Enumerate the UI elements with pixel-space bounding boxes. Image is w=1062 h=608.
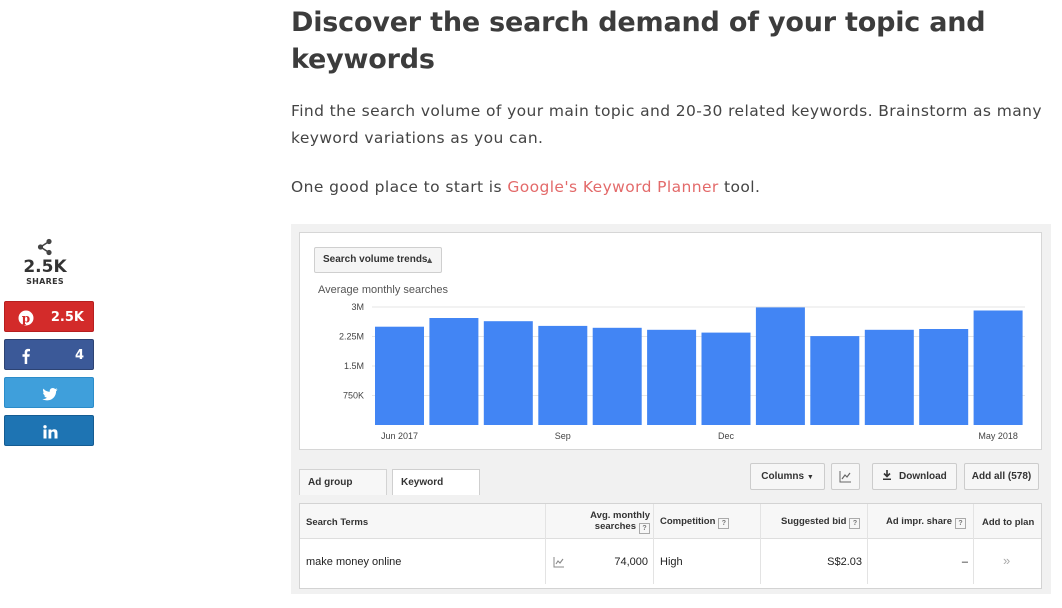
pinterest-share-button[interactable]: p 2.5K (4, 301, 94, 332)
monthly-searches-bar-chart: 750K 1.5M 2.25M 3M Jun 2017 Sep Dec May 2018 (339, 302, 1025, 441)
columns-button-label: Columns (761, 471, 805, 482)
x-tick-label: Sep (555, 431, 571, 441)
share-summary: 2.5K SHARES (0, 238, 90, 287)
header-avg-monthly-line2: searches (594, 521, 636, 532)
share-total-label: SHARES (26, 277, 64, 286)
download-button-label: Download (899, 471, 947, 482)
trends-dropdown-label: Search volume trends (323, 254, 428, 265)
x-tick-label: Jun 2017 (381, 431, 418, 441)
header-competition-label: Competition (660, 516, 716, 527)
tab-keyword-ideas[interactable]: Keyword ideas (392, 469, 480, 514)
header-suggested-bid-label: Suggested bid (781, 516, 847, 527)
table-row[interactable]: make money online 74,000 High S$2.03 – » (300, 540, 1041, 584)
bar-aug-2017[interactable] (483, 321, 533, 425)
bar-jan-2018[interactable] (755, 307, 805, 425)
header-avg-monthly-line1: Avg. monthly (590, 510, 650, 521)
search-volume-trends-dropdown[interactable]: Search volume trends ▲ (314, 247, 442, 273)
twitter-share-button[interactable] (4, 377, 94, 408)
x-tick-label: May 2018 (978, 431, 1018, 441)
bar-nov-2017[interactable] (647, 329, 697, 425)
article-heading: Discover the search demand of your topic… (291, 7, 986, 75)
download-button[interactable]: Download (872, 463, 957, 490)
twitter-icon (42, 388, 58, 401)
header-ad-impr-share[interactable]: Ad impr. share? (886, 516, 966, 529)
x-tick-label: Dec (718, 431, 735, 441)
add-all-button[interactable]: Add all (578) (964, 463, 1039, 490)
bar-dec-2017[interactable] (701, 332, 751, 425)
y-tick-label: 750K (343, 391, 364, 401)
facebook-icon (22, 348, 30, 364)
help-icon[interactable]: ? (849, 518, 861, 529)
header-competition[interactable]: Competition? (660, 516, 730, 529)
paragraph-text-after: tool. (718, 178, 761, 196)
columns-button[interactable]: Columns ▼ (750, 463, 825, 490)
facebook-share-count: 4 (74, 348, 84, 363)
bar-feb-2018[interactable] (810, 336, 860, 425)
paragraph-text-before: One good place to start is (291, 178, 508, 196)
bar-may-2018[interactable] (973, 310, 1023, 426)
header-add-to-plan: Add to plan (982, 517, 1035, 528)
cell-competition: High (660, 556, 683, 568)
bar-jul-2017[interactable] (429, 318, 479, 425)
share-icon (37, 238, 52, 256)
search-volume-chart-card: Search volume trends ▲ Average monthly s… (299, 232, 1042, 450)
cell-ad-impr-share: – (961, 556, 968, 568)
pinterest-icon: p (18, 310, 34, 326)
header-search-terms[interactable]: Search Terms (306, 517, 368, 528)
y-tick-label: 2.25M (339, 332, 364, 342)
bar-oct-2017[interactable] (592, 327, 642, 425)
add-to-plan-button[interactable]: » (1003, 554, 1010, 567)
y-tick-label: 3M (351, 302, 364, 312)
facebook-share-button[interactable]: 4 (4, 339, 94, 370)
pinterest-share-count: 2.5K (50, 310, 84, 325)
line-chart-icon (839, 471, 851, 483)
article-paragraph-tool: One good place to start is Google's Keyw… (291, 174, 1061, 201)
keyword-planner-screenshot: Search volume trends ▲ Average monthly s… (291, 224, 1051, 594)
cell-search-term[interactable]: make money online (306, 556, 401, 569)
download-icon (883, 470, 892, 480)
bar-jun-2017[interactable] (375, 326, 424, 425)
svg-text:p: p (22, 311, 30, 325)
linkedin-share-button[interactable] (4, 415, 94, 446)
caret-down-icon: ▼ (806, 474, 814, 481)
table-header: Search Terms Avg. monthly searches? Comp… (300, 504, 1041, 539)
y-tick-label: 1.5M (344, 361, 364, 371)
tab-ad-group-ideas[interactable]: Ad group ideas (299, 469, 387, 514)
cell-suggested-bid: S$2.03 (827, 556, 862, 568)
article-paragraph-intro: Find the search volume of your main topi… (291, 102, 1042, 147)
share-sidebar: 2.5K SHARES p 2.5K 4 (4, 238, 94, 446)
bar-sep-2017[interactable] (538, 325, 588, 425)
header-avg-monthly-searches[interactable]: Avg. monthly searches? (572, 510, 650, 534)
bar-mar-2018[interactable] (864, 329, 914, 425)
chart-toggle-button[interactable] (831, 463, 860, 490)
help-icon[interactable]: ? (639, 523, 650, 534)
header-suggested-bid[interactable]: Suggested bid? (781, 516, 861, 529)
keyword-planner-link[interactable]: Google's Keyword Planner (507, 178, 718, 196)
help-icon[interactable]: ? (718, 518, 730, 529)
share-total-count: 2.5K (23, 257, 67, 277)
bar-apr-2018[interactable] (919, 329, 969, 425)
keyword-ideas-table: Search Terms Avg. monthly searches? Comp… (299, 503, 1042, 589)
sort-arrows-icon: ▲ (425, 255, 434, 265)
linkedin-icon (43, 425, 58, 439)
cell-avg-monthly-searches: 74,000 (614, 556, 648, 568)
trend-chart-icon[interactable] (553, 556, 565, 568)
header-ad-impr-share-label: Ad impr. share (886, 516, 952, 527)
help-icon[interactable]: ? (955, 518, 966, 529)
